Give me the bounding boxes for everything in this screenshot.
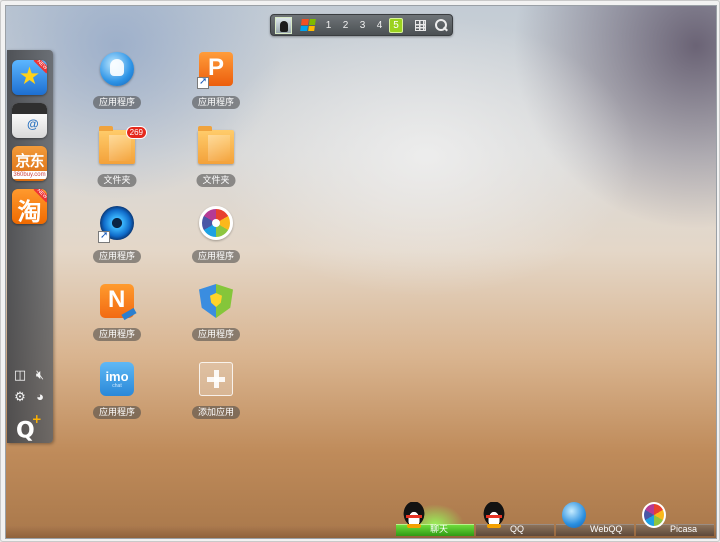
taskbar: 聊天 QQ WebQQ Picasa <box>6 502 716 538</box>
icon-label: 应用程序 <box>92 328 142 341</box>
desktop-icon-picasa-app[interactable]: 应用程序 <box>176 206 256 266</box>
win-logo-yellow <box>307 25 315 31</box>
p-glyph: P <box>208 54 225 81</box>
icon-label: 应用程序 <box>191 328 241 341</box>
win-logo-red <box>301 19 309 25</box>
icon-label: 应用程序 <box>191 96 241 109</box>
webqq-icon <box>562 502 586 528</box>
windows-logo-icon[interactable] <box>300 19 316 31</box>
folder-icon <box>198 126 234 164</box>
icon-label: 应用程序 <box>92 250 142 263</box>
dock-star-app[interactable]: ★ NEW <box>12 60 47 95</box>
left-dock: ★ NEW @ 京东 360buy.com 淘 NEW ◫ 🔇︎ ⚙ ◕ Q+ <box>7 50 53 443</box>
desktop-page-5[interactable]: 5 <box>389 17 403 33</box>
icon-label: 应用程序 <box>191 250 241 263</box>
mail-app-bar <box>12 103 47 114</box>
picasa-app-icon <box>199 206 233 240</box>
shortcut-arrow-icon <box>98 230 110 243</box>
notification-badge: 269 <box>125 126 147 139</box>
imo-glyph: imo <box>105 369 129 384</box>
dock-jingdong-app[interactable]: 京东 360buy.com <box>12 146 47 181</box>
volume-mute-icon[interactable]: 🔇︎ <box>33 368 47 382</box>
desktop-icon-qq-app[interactable]: 应用程序 <box>77 52 157 112</box>
settings-gear-icon[interactable]: ⚙ <box>13 390 27 404</box>
jingdong-subtitle: 360buy.com <box>12 171 47 179</box>
taskbar-item-chat[interactable]: 聊天 <box>396 502 474 536</box>
taskbar-item-label: 聊天 <box>430 524 449 534</box>
desktop-page-4[interactable]: 4 <box>371 20 388 31</box>
qq-penguin-icon <box>402 502 426 528</box>
layout-icon[interactable]: ◫ <box>13 368 27 382</box>
app-grid-icon[interactable] <box>415 19 426 31</box>
qq-blue-app-icon <box>100 52 134 86</box>
user-avatar[interactable] <box>275 16 292 34</box>
search-icon[interactable] <box>435 18 448 32</box>
shortcut-arrow-icon <box>197 76 209 89</box>
webqq-desktop: 1 2 3 4 5 ★ NEW @ 京东 360buy.com 淘 NEW ◫ … <box>5 5 717 539</box>
icon-label: 文件夹 <box>97 174 137 187</box>
desktop-icon-imo-app[interactable]: imo chat 应用程序 <box>77 362 157 422</box>
dock-taobao-app[interactable]: 淘 NEW <box>12 189 47 224</box>
icon-label: 应用程序 <box>92 96 142 109</box>
shield-app-icon <box>199 284 233 318</box>
desktop-icon-folder-2[interactable]: 文件夹 <box>176 126 256 190</box>
taskbar-item-picasa[interactable]: Picasa <box>636 502 714 536</box>
mail-app-icon: @ <box>27 117 39 131</box>
camera-app-icon <box>98 206 134 243</box>
desktop-page-1[interactable]: 1 <box>320 20 337 31</box>
n-glyph: N <box>108 286 126 313</box>
n-app-icon: N <box>100 284 137 321</box>
desktop-icon-camera-app[interactable]: 应用程序 <box>77 206 157 266</box>
picasa-icon <box>642 502 666 528</box>
desktop-page-3[interactable]: 3 <box>354 20 371 31</box>
dock-mail-app[interactable]: @ <box>12 103 47 138</box>
desktop-icon-p-app[interactable]: P 应用程序 <box>176 52 256 112</box>
icon-label: 添加应用 <box>191 406 241 419</box>
taskbar-item-label: WebQQ <box>590 524 623 534</box>
qq-penguin-icon <box>482 502 506 528</box>
theme-palette-icon[interactable]: ◕ <box>33 390 47 404</box>
qplus-button[interactable]: Q+ <box>16 412 45 442</box>
taskbar-item-qq[interactable]: QQ <box>476 502 554 536</box>
window-frame: 1 2 3 4 5 ★ NEW @ 京东 360buy.com 淘 NEW ◫ … <box>0 0 720 542</box>
win-logo-green <box>308 19 316 25</box>
desktop-icon-shield-app[interactable]: 应用程序 <box>176 284 256 344</box>
jingdong-app-icon: 京东 <box>15 153 44 170</box>
desktop-icon-add-app[interactable]: 添加应用 <box>176 362 256 422</box>
desktop-page-2[interactable]: 2 <box>337 20 354 31</box>
desktop-icon-n-app[interactable]: N 应用程序 <box>77 284 157 344</box>
icon-label: 应用程序 <box>92 406 142 419</box>
taskbar-item-webqq[interactable]: WebQQ <box>556 502 634 536</box>
p-app-icon: P <box>197 52 233 89</box>
imo-app-icon: imo chat <box>100 362 134 396</box>
taskbar-item-label: Picasa <box>670 524 698 534</box>
imo-sub: chat <box>112 383 122 389</box>
qplus-plus: + <box>31 412 42 426</box>
add-app-icon <box>199 362 233 396</box>
icon-label: 文件夹 <box>196 174 236 187</box>
taskbar-item-label: QQ <box>510 524 525 534</box>
desktop-icon-folder-1[interactable]: 269 文件夹 <box>77 126 157 190</box>
win-logo-blue <box>300 25 308 31</box>
top-navigation-bar: 1 2 3 4 5 <box>270 14 453 36</box>
